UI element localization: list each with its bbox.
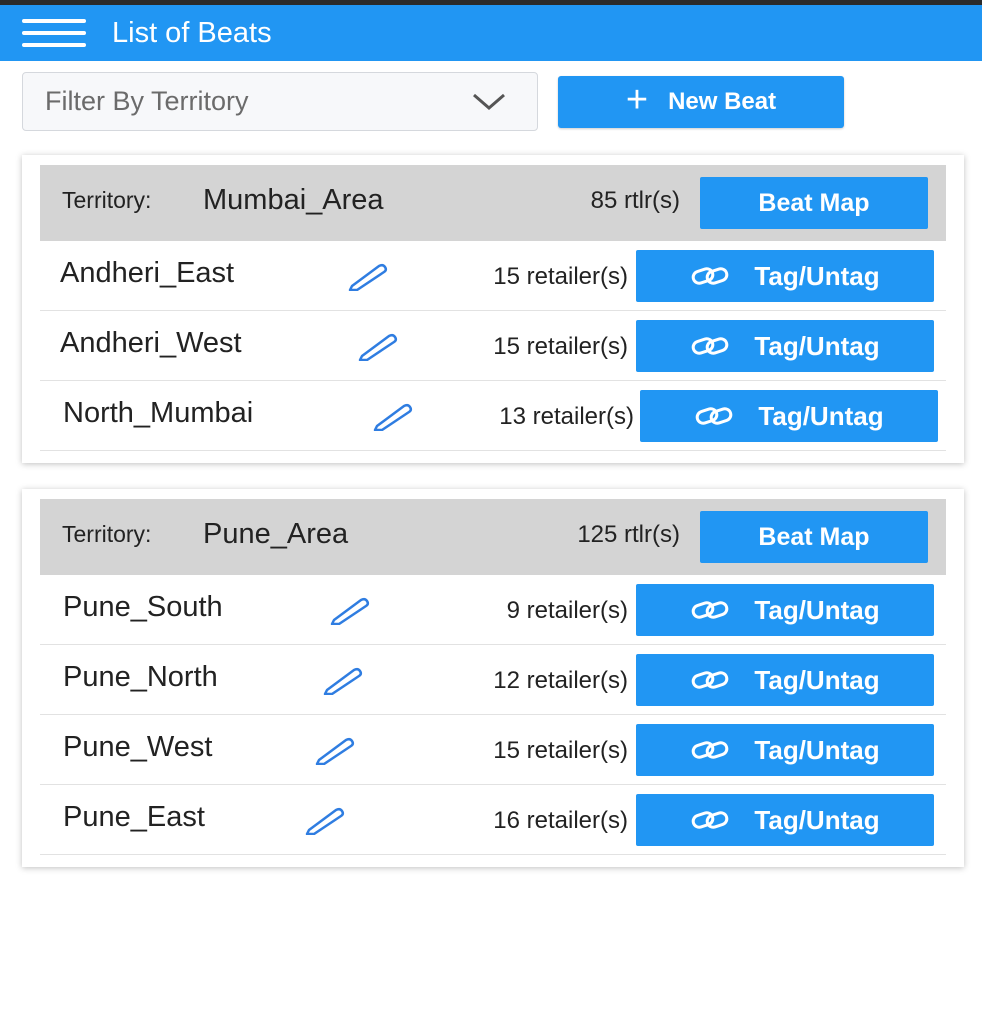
edit-pencil-icon[interactable] (328, 595, 372, 625)
beat-name: Pune_West (63, 731, 213, 763)
page-title: List of Beats (112, 16, 272, 49)
edit-pencil-icon[interactable] (321, 665, 365, 695)
beat-retailer-count: 16 retailer(s) (493, 807, 628, 834)
link-icon (692, 811, 729, 829)
beat-name: Andheri_West (60, 327, 242, 359)
beat-row: Pune_South 9 retailer(s) Tag/Untag (40, 575, 946, 645)
new-beat-label: New Beat (668, 88, 777, 115)
tag-untag-button[interactable]: Tag/Untag (636, 724, 934, 776)
beat-name: Pune_East (63, 801, 205, 833)
link-icon (692, 601, 729, 619)
territory-header: Territory: Mumbai_Area 85 rtlr(s) Beat M… (40, 165, 946, 241)
edit-pencil-icon[interactable] (303, 805, 347, 835)
link-icon (692, 337, 729, 355)
edit-pencil-icon[interactable] (371, 401, 415, 431)
beat-retailer-count: 15 retailer(s) (493, 333, 628, 360)
beat-retailer-count: 15 retailer(s) (493, 263, 628, 290)
app-bar: List of Beats (0, 5, 982, 61)
beat-row: Pune_West 15 retailer(s) Tag/Untag (40, 715, 946, 785)
tag-untag-label: Tag/Untag (754, 330, 880, 361)
hamburger-menu-icon[interactable] (22, 13, 86, 53)
edit-pencil-icon[interactable] (313, 735, 357, 765)
beat-name: Pune_North (63, 661, 218, 693)
beat-name: North_Mumbai (63, 397, 254, 429)
beat-retailer-count: 9 retailer(s) (506, 597, 628, 624)
plus-icon: + (625, 79, 649, 121)
beat-retailer-count: 13 retailer(s) (499, 403, 634, 430)
beat-retailer-count: 12 retailer(s) (493, 667, 628, 694)
tag-untag-button[interactable]: Tag/Untag (640, 390, 938, 442)
filter-placeholder: Filter By Territory (45, 86, 249, 116)
territory-retailer-count: 85 rtlr(s) (590, 187, 680, 214)
edit-pencil-icon[interactable] (346, 261, 390, 291)
link-icon (692, 267, 729, 285)
territory-name: Mumbai_Area (203, 184, 384, 216)
link-icon (692, 741, 729, 759)
tag-untag-label: Tag/Untag (754, 594, 880, 625)
territory-name: Pune_Area (203, 518, 349, 550)
link-icon (696, 407, 733, 425)
tag-untag-button[interactable]: Tag/Untag (636, 794, 934, 846)
beat-map-button[interactable]: Beat Map (700, 177, 928, 229)
beat-row: North_Mumbai 13 retailer(s) Tag/Untag (40, 381, 946, 451)
beat-row: Andheri_East 15 retailer(s) Tag/Untag (40, 241, 946, 311)
beat-name: Pune_South (63, 591, 223, 623)
chevron-down-icon (473, 93, 505, 110)
beat-row: Andheri_West 15 retailer(s) Tag/Untag (40, 311, 946, 381)
tag-untag-label: Tag/Untag (754, 260, 880, 291)
beat-row: Pune_North 12 retailer(s) Tag/Untag (40, 645, 946, 715)
beat-retailer-count: 15 retailer(s) (493, 737, 628, 764)
territory-retailer-count: 125 rtlr(s) (577, 521, 680, 548)
tag-untag-button[interactable]: Tag/Untag (636, 320, 934, 372)
tag-untag-label: Tag/Untag (754, 664, 880, 695)
territory-card-pune: Territory: Pune_Area 125 rtlr(s) Beat Ma… (22, 489, 964, 867)
territory-filter-select[interactable]: Filter By Territory (22, 72, 538, 131)
beat-map-button[interactable]: Beat Map (700, 511, 928, 563)
tag-untag-label: Tag/Untag (754, 734, 880, 765)
beat-name: Andheri_East (60, 257, 235, 289)
new-beat-button[interactable]: + New Beat (558, 76, 844, 128)
link-icon (692, 671, 729, 689)
territory-label: Territory: (62, 187, 152, 213)
territory-card-mumbai: Territory: Mumbai_Area 85 rtlr(s) Beat M… (22, 155, 964, 463)
beat-row: Pune_East 16 retailer(s) Tag/Untag (40, 785, 946, 855)
tag-untag-label: Tag/Untag (758, 400, 884, 431)
tag-untag-button[interactable]: Tag/Untag (636, 654, 934, 706)
edit-pencil-icon[interactable] (356, 331, 400, 361)
tag-untag-button[interactable]: Tag/Untag (636, 250, 934, 302)
tag-untag-label: Tag/Untag (754, 804, 880, 835)
toolbar: Filter By Territory + New Beat (22, 72, 962, 132)
territory-header: Territory: Pune_Area 125 rtlr(s) Beat Ma… (40, 499, 946, 575)
territory-label: Territory: (62, 521, 152, 547)
tag-untag-button[interactable]: Tag/Untag (636, 584, 934, 636)
